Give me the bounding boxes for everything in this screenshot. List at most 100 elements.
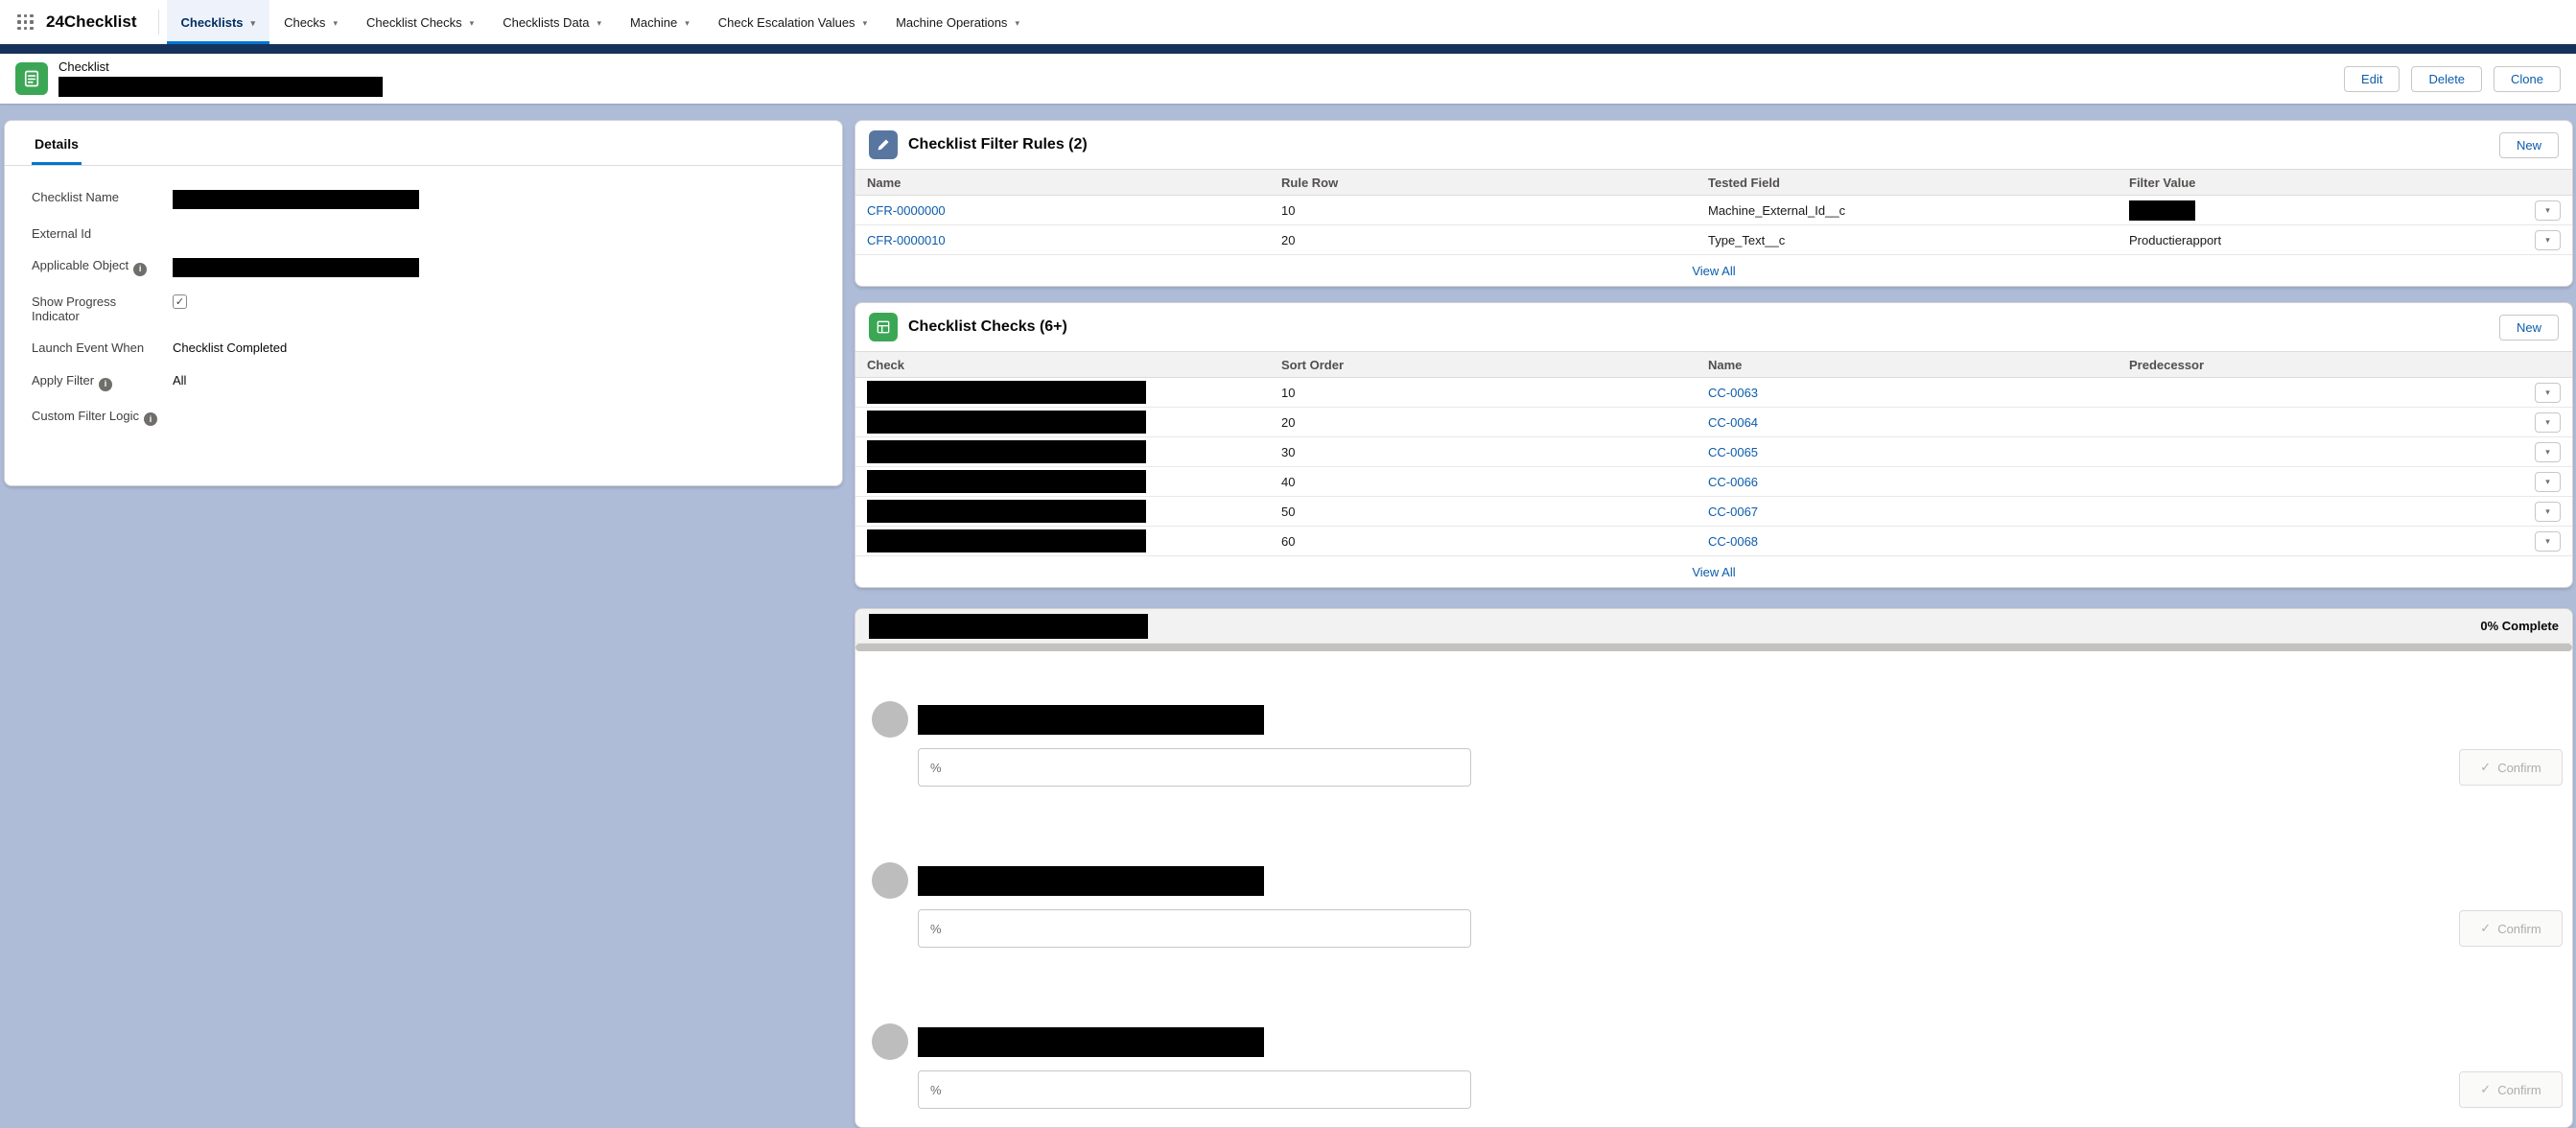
show-progress-indicator-checkbox[interactable]: ✓ (173, 294, 187, 309)
chevron-down-icon: ▾ (2545, 477, 2550, 487)
info-icon[interactable]: i (99, 378, 112, 391)
confirm-button[interactable]: ✓Confirm (2459, 1071, 2563, 1108)
cell-sort-order: 50 (1270, 505, 1697, 519)
tab-machine[interactable]: Machine ▾ (616, 0, 704, 44)
chevron-down-icon: ▾ (2545, 205, 2550, 216)
delete-button[interactable]: Delete (2411, 66, 2482, 92)
chevron-down-icon[interactable]: ▾ (1015, 17, 1019, 28)
field-row: Apply Filteri All (32, 364, 815, 400)
global-navigation-bar: 24Checklist Checklists ▾ Checks ▾ Checkl… (0, 0, 2576, 44)
field-label: Applicable Object i (32, 258, 163, 276)
view-all-link[interactable]: View All (1692, 565, 1735, 579)
chevron-down-icon[interactable]: ▾ (333, 17, 338, 28)
column-header[interactable]: Tested Field (1697, 176, 2118, 190)
field-value-redacted (173, 258, 419, 277)
new-filter-rule-button[interactable]: New (2499, 132, 2559, 158)
tab-machine-operations[interactable]: Machine Operations ▾ (881, 0, 1034, 44)
confirm-label: Confirm (2497, 761, 2541, 775)
progress-title-redacted (869, 614, 1148, 639)
tab-check-escalation-values[interactable]: Check Escalation Values ▾ (704, 0, 881, 44)
record-actions: Edit Delete Clone (2344, 66, 2561, 92)
row-actions-button[interactable]: ▾ (2535, 531, 2561, 552)
field-label: External Id (32, 226, 163, 241)
card-title: Checklist Checks (6+) (908, 318, 1067, 336)
record-link[interactable]: CC-0063 (1708, 386, 1758, 400)
cell-check-redacted (867, 500, 1146, 523)
details-card: Details Checklist Name External Id Appli… (4, 120, 843, 486)
table-row: 10 CC-0063 ▾ (855, 378, 2572, 408)
record-name-redacted (59, 77, 383, 97)
row-actions-button[interactable]: ▾ (2535, 383, 2561, 403)
row-actions-button[interactable]: ▾ (2535, 442, 2561, 462)
view-all-link[interactable]: View All (1692, 264, 1735, 278)
nav-tabs: Checklists ▾ Checks ▾ Checklist Checks ▾… (167, 0, 1034, 44)
field-label-text: Applicable Object (32, 258, 129, 272)
item-title-redacted (918, 705, 1264, 735)
app-launcher-icon[interactable] (17, 14, 34, 31)
confirm-button[interactable]: ✓ Confirm (2459, 749, 2563, 786)
chevron-down-icon[interactable]: ▾ (251, 17, 256, 28)
field-row: Custom Filter Logic i (32, 400, 815, 435)
record-link[interactable]: CC-0067 (1708, 505, 1758, 519)
check-icon: ✓ (2480, 760, 2491, 775)
column-header[interactable]: Rule Row (1270, 176, 1697, 190)
tab-checks[interactable]: Checks ▾ (269, 0, 352, 44)
row-actions-button[interactable]: ▾ (2535, 412, 2561, 433)
tab-label: Machine Operations (896, 15, 1007, 30)
field-label-text: Custom Filter Logic (32, 409, 139, 423)
percent-input[interactable] (918, 748, 1471, 787)
percent-input[interactable] (918, 1070, 1471, 1109)
record-link[interactable]: CFR-0000010 (867, 233, 946, 247)
checklist-checks-icon (869, 313, 898, 341)
cell-sort-order: 20 (1270, 415, 1697, 430)
field-row: External Id (32, 218, 815, 249)
table-row: 20 CC-0064 ▾ (855, 408, 2572, 437)
chevron-down-icon[interactable]: ▾ (863, 17, 868, 28)
confirm-button[interactable]: ✓Confirm (2459, 910, 2563, 947)
column-header[interactable]: Check (855, 358, 1270, 372)
record-link[interactable]: CC-0064 (1708, 415, 1758, 430)
progress-header: 0% Complete (855, 609, 2572, 644)
row-actions-button[interactable]: ▾ (2535, 502, 2561, 522)
cell-tested-field: Type_Text__c (1697, 233, 2118, 247)
clone-button[interactable]: Clone (2494, 66, 2561, 92)
record-link[interactable]: CC-0068 (1708, 534, 1758, 549)
chevron-down-icon: ▾ (2545, 506, 2550, 517)
column-header[interactable]: Predecessor (2118, 358, 2515, 372)
info-icon[interactable]: i (133, 263, 147, 276)
percent-input[interactable] (918, 909, 1471, 948)
chevron-down-icon[interactable]: ▾ (470, 17, 475, 28)
cell-rule-row: 10 (1270, 203, 1697, 218)
checklist-record-icon (15, 62, 48, 95)
record-link[interactable]: CC-0066 (1708, 475, 1758, 489)
column-header[interactable]: Sort Order (1270, 358, 1697, 372)
field-row: Show Progress Indicator ✓ (32, 286, 815, 332)
cell-check-redacted (867, 411, 1146, 434)
chevron-down-icon[interactable]: ▾ (597, 17, 602, 28)
record-link[interactable]: CFR-0000000 (867, 203, 946, 218)
chevron-down-icon[interactable]: ▾ (685, 17, 690, 28)
tab-checklists-data[interactable]: Checklists Data ▾ (488, 0, 616, 44)
record-link[interactable]: CC-0065 (1708, 445, 1758, 459)
cell-rule-row: 20 (1270, 233, 1697, 247)
checklist-progress-section: 0% Complete ✓Confirm ✓Confirm ✓Confirm (855, 608, 2573, 1128)
row-actions-button[interactable]: ▾ (2535, 230, 2561, 250)
column-header[interactable]: Name (1697, 358, 2118, 372)
column-header[interactable]: Filter Value (2118, 176, 2515, 190)
row-actions-button[interactable]: ▾ (2535, 200, 2561, 221)
info-icon[interactable]: i (144, 412, 157, 426)
table-row: 30 CC-0065 ▾ (855, 437, 2572, 467)
tab-checklists[interactable]: Checklists ▾ (167, 0, 270, 44)
row-actions-button[interactable]: ▾ (2535, 472, 2561, 492)
field-label: Show Progress Indicator (32, 294, 163, 323)
tab-checklist-checks[interactable]: Checklist Checks ▾ (352, 0, 488, 44)
field-label: Apply Filteri (32, 373, 163, 391)
column-header[interactable]: Name (855, 176, 1270, 190)
cell-sort-order: 40 (1270, 475, 1697, 489)
tab-details[interactable]: Details (32, 124, 82, 165)
details-fields: Checklist Name External Id Applicable Ob… (5, 166, 842, 450)
cell-tested-field: Machine_External_Id__c (1697, 203, 2118, 218)
edit-button[interactable]: Edit (2344, 66, 2400, 92)
new-checklist-check-button[interactable]: New (2499, 315, 2559, 341)
chevron-down-icon: ▾ (2545, 447, 2550, 458)
